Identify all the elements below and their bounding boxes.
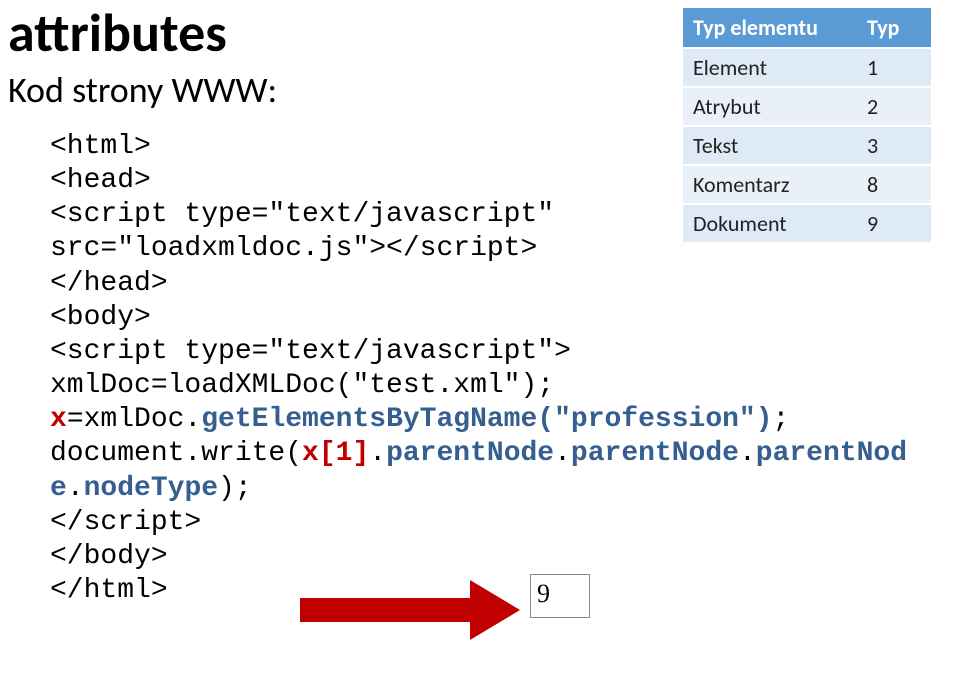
code-prop: nodeType xyxy=(84,473,218,504)
code-line: </script> xyxy=(50,507,201,538)
code-line: <body> xyxy=(50,302,151,333)
code-line: </head> xyxy=(50,268,168,299)
code-line: </body> xyxy=(50,541,168,572)
code-prop: parentNode xyxy=(571,438,739,469)
code-text: document.write( xyxy=(50,438,302,469)
code-prop: parentNod xyxy=(756,438,907,469)
cell-name: Atrybut xyxy=(683,87,857,126)
code-text: . xyxy=(369,438,386,469)
code-var: x xyxy=(50,404,67,435)
code-block: <html> <head> <script type="text/javascr… xyxy=(50,130,907,608)
slide-title: attributes xyxy=(8,0,227,66)
code-line: src="loadxmldoc.js"></script> xyxy=(50,233,537,264)
output-box: 9 xyxy=(530,574,590,618)
table-row: Atrybut 2 xyxy=(683,87,931,126)
code-method: getElementsByTagName("profession") xyxy=(201,404,772,435)
code-line: <html> xyxy=(50,131,151,162)
table-header-val: Typ xyxy=(857,8,931,48)
code-text: . xyxy=(67,473,84,504)
code-line: <script type="text/javascript" xyxy=(50,199,554,230)
table-row: Element 1 xyxy=(683,48,931,87)
code-text: ; xyxy=(773,404,790,435)
cell-value: 2 xyxy=(857,87,931,126)
arrow-shaft xyxy=(300,598,470,622)
code-prop: e xyxy=(50,473,67,504)
code-text: ); xyxy=(218,473,252,504)
table-header-type: Typ elementu xyxy=(683,8,857,48)
code-prop: parentNode xyxy=(386,438,554,469)
cell-name: Element xyxy=(683,48,857,87)
code-line: xmlDoc=loadXMLDoc("test.xml"); xyxy=(50,370,554,401)
arrow-head xyxy=(470,580,520,640)
code-line: <script type="text/javascript"> xyxy=(50,336,571,367)
code-line: <head> xyxy=(50,165,151,196)
slide-subtitle: Kod strony WWW: xyxy=(8,68,277,112)
cell-value: 1 xyxy=(857,48,931,87)
arrow-icon xyxy=(300,580,550,640)
code-text: =xmlDoc. xyxy=(67,404,201,435)
code-text: . xyxy=(554,438,571,469)
code-text: . xyxy=(739,438,756,469)
code-var: x[1] xyxy=(302,438,369,469)
code-line: </html> xyxy=(50,575,168,606)
